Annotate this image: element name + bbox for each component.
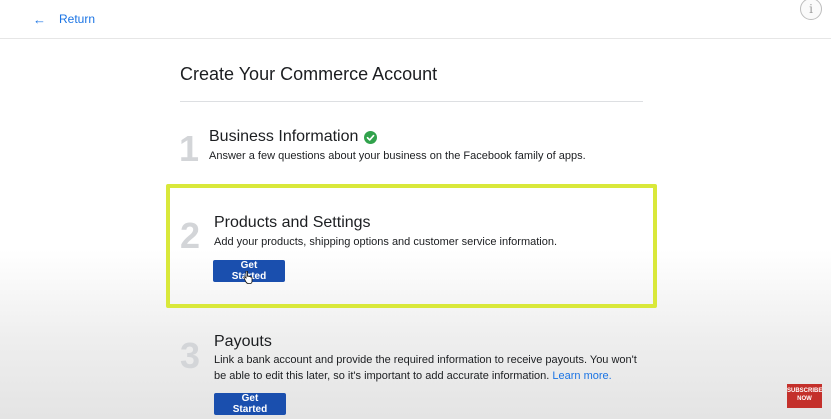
- step-3-title: Payouts: [214, 333, 272, 350]
- hand-cursor-icon: [243, 271, 253, 284]
- return-label: Return: [59, 12, 96, 26]
- subscribe-badge[interactable]: SUBSCRIBE NOW: [787, 384, 822, 408]
- title-divider: [180, 101, 643, 102]
- check-circle-icon: [364, 130, 378, 144]
- subscribe-line-2: NOW: [797, 396, 812, 402]
- arrow-left-icon: ←: [33, 11, 46, 27]
- step-2-description: Add your products, shipping options and …: [214, 236, 558, 248]
- step-1-description: Answer a few questions about your busine…: [209, 150, 586, 162]
- step-2-number: 2: [180, 215, 201, 256]
- step-1-title-text: Business Information: [209, 128, 359, 145]
- step-3-get-started-button[interactable]: Get Started: [214, 393, 286, 415]
- page-title: Create Your Commerce Account: [180, 64, 438, 84]
- info-icon[interactable]: i: [800, 0, 822, 20]
- step-2-title: Products and Settings: [214, 214, 371, 231]
- learn-more-link[interactable]: Learn more.: [552, 370, 611, 382]
- return-link[interactable]: ← Return: [33, 12, 95, 26]
- step-3-description: Link a bank account and provide the requ…: [214, 352, 646, 384]
- step-3-number: 3: [180, 335, 201, 376]
- step-1-number: 1: [179, 128, 200, 169]
- subscribe-line-1: SUBSCRIBE: [787, 388, 823, 394]
- step-1-title: Business Information: [209, 128, 378, 146]
- top-bar: ← Return i: [0, 0, 831, 39]
